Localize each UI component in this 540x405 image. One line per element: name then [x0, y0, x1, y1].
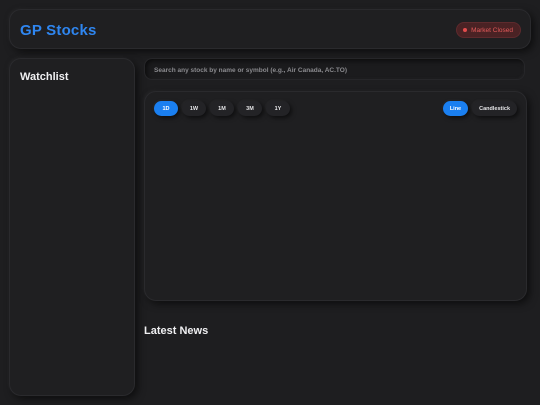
range-1m-button[interactable]: 1M [210, 101, 234, 116]
range-1d-button[interactable]: 1D [154, 101, 178, 116]
range-1y-button[interactable]: 1Y [266, 101, 290, 116]
latest-news-title: Latest News [144, 325, 209, 337]
candlestick-chart-button[interactable]: Candlestick [472, 101, 517, 116]
chart-type-selector: Line Candlestick [442, 101, 517, 116]
range-1w-button[interactable]: 1W [182, 101, 206, 116]
range-3m-button[interactable]: 3M [238, 101, 262, 116]
app-header: GP Stocks Market Closed [9, 9, 531, 49]
status-dot-icon [463, 28, 468, 32]
market-status-badge: Market Closed [456, 22, 521, 38]
chart-area [154, 124, 517, 291]
search-bar[interactable] [144, 58, 525, 81]
search-input[interactable] [145, 60, 524, 81]
line-chart-button[interactable]: Line [442, 101, 469, 116]
watchlist-title: Watchlist [20, 71, 69, 83]
time-range-selector: 1D 1W 1M 3M 1Y [154, 101, 290, 116]
watchlist-panel: Watchlist [9, 58, 135, 396]
app-title: GP Stocks [20, 22, 97, 39]
market-status-label: Market Closed [471, 26, 513, 34]
chart-panel: 1D 1W 1M 3M 1Y Line Candlestick [144, 91, 527, 301]
